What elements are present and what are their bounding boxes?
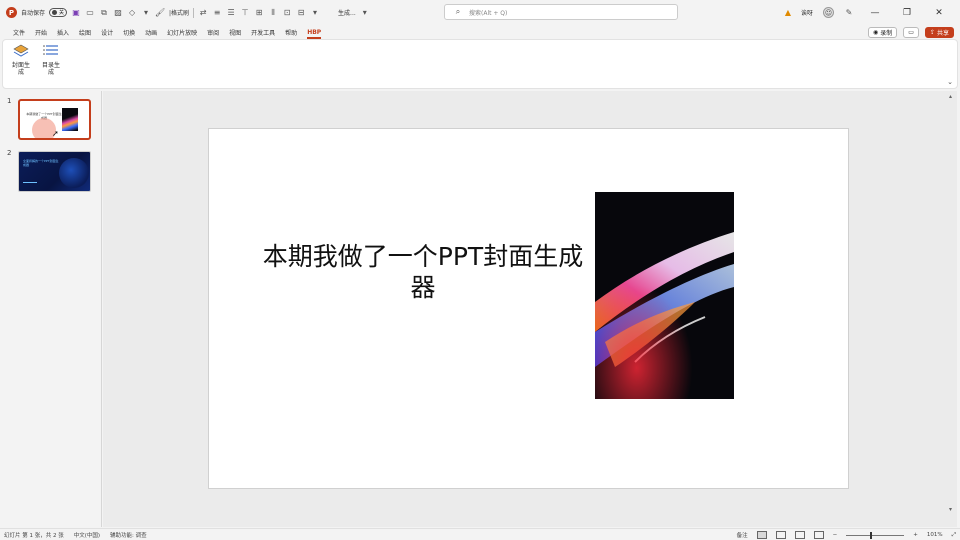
- align-middle-icon[interactable]: ⊞: [254, 8, 264, 18]
- align-center-icon[interactable]: ☰: [226, 8, 236, 18]
- fit-to-window-icon[interactable]: ⤢: [952, 532, 956, 539]
- text-direction-icon[interactable]: ⇄: [198, 8, 208, 18]
- share-icon: ⇪: [929, 28, 935, 36]
- record-icon: ◉: [873, 28, 879, 36]
- search-placeholder: 搜索(Alt + Q): [469, 9, 508, 17]
- autosave-label: 自动保存: [21, 10, 46, 17]
- align-top-icon[interactable]: ⊤: [240, 8, 250, 18]
- tab-4[interactable]: 设计: [96, 25, 118, 39]
- slide-thumbnail-1[interactable]: 本期我做了一个PPT封面生成器 ➚: [18, 99, 91, 140]
- slide-title[interactable]: 本期我做了一个PPT封面生成器: [259, 241, 587, 303]
- share-button[interactable]: ⇪ 共享: [924, 26, 954, 38]
- layers-icon: [13, 43, 29, 59]
- tab-11[interactable]: 帮助: [280, 25, 302, 39]
- list-icon: [43, 43, 59, 59]
- sorter-view-icon[interactable]: [775, 531, 786, 539]
- zoom-level[interactable]: 101%: [927, 532, 943, 538]
- scroll-up-arrow-icon[interactable]: ▴: [949, 93, 952, 100]
- autosave-toggle[interactable]: 关: [49, 8, 68, 17]
- accessibility-status[interactable]: 辅助功能: 调查: [110, 531, 147, 539]
- zoom-in-icon[interactable]: +: [913, 532, 918, 538]
- normal-view-icon[interactable]: [756, 531, 767, 539]
- powerpoint-logo-icon: P: [6, 7, 17, 18]
- tab-12[interactable]: HBP: [302, 25, 326, 39]
- search-icon: ⌕: [455, 7, 461, 16]
- tab-9[interactable]: 视图: [224, 25, 246, 39]
- minimize-button[interactable]: —: [864, 0, 886, 25]
- zoom-out-icon[interactable]: −: [833, 532, 838, 538]
- slide-number: 2: [7, 149, 12, 157]
- slide-number: 1: [7, 97, 12, 105]
- picture-icon[interactable]: ▨: [113, 8, 123, 18]
- zoom-slider[interactable]: [846, 531, 905, 539]
- tab-2[interactable]: 插入: [52, 25, 74, 39]
- format-brush-icon[interactable]: 🖌: [155, 8, 165, 18]
- mouse-cursor-icon: ➚: [52, 129, 59, 138]
- status-bar: 幻灯片 第 1 张，共 2 张 中文(中国) 辅助功能: 调查 备注 − + 1…: [0, 528, 960, 540]
- copy-icon[interactable]: ⧉: [99, 8, 109, 18]
- tab-10[interactable]: 开发工具: [246, 25, 280, 39]
- more-chevron-icon[interactable]: ▾: [310, 8, 320, 18]
- dropdown-chevron-icon[interactable]: ▾: [141, 8, 151, 18]
- comments-button[interactable]: ▭: [903, 26, 919, 38]
- slide-image[interactable]: [595, 192, 734, 399]
- distribute-icon[interactable]: ⫴: [268, 8, 278, 18]
- thumb-title: 全面拆解的一个PPT封面生成器: [23, 159, 59, 167]
- save-icon[interactable]: ▣: [71, 8, 81, 18]
- ribbon-tabs: 文件 开始 插入 绘图 设计 切换 动画 幻灯片放映 审阅 视图 开发工具 帮助 HBP: [0, 25, 960, 39]
- language-indicator[interactable]: 中文(中国): [74, 531, 100, 539]
- warning-icon[interactable]: ▲: [785, 8, 791, 17]
- record-button[interactable]: ◉ 录制: [868, 26, 898, 38]
- group-icon[interactable]: ⊡: [282, 8, 292, 18]
- arrange-icon[interactable]: ⊟: [296, 8, 306, 18]
- new-slide-icon[interactable]: ▭: [85, 8, 95, 18]
- pen-icon[interactable]: ✎: [844, 8, 854, 18]
- divider: [193, 7, 195, 18]
- search-box[interactable]: ⌕ 搜索(Alt + Q): [444, 4, 678, 20]
- ribbon-collapse-chevron-icon[interactable]: ⌄: [947, 78, 953, 86]
- user-name[interactable]: 诶呀: [801, 8, 813, 17]
- tab-6[interactable]: 动画: [140, 25, 162, 39]
- tab-5[interactable]: 切换: [118, 25, 140, 39]
- tab-0[interactable]: 文件: [8, 25, 30, 39]
- scroll-down-arrow-icon[interactable]: ▾: [949, 506, 952, 513]
- tab-7[interactable]: 幻灯片放映: [162, 25, 202, 39]
- slideshow-icon[interactable]: [813, 531, 824, 539]
- shapes-icon[interactable]: ◇: [127, 8, 137, 18]
- tab-8[interactable]: 审阅: [202, 25, 224, 39]
- cover-generate-button[interactable]: 封面生成: [9, 43, 33, 83]
- toc-generate-button[interactable]: 目录生成: [39, 43, 63, 83]
- close-button[interactable]: ✕: [928, 0, 950, 25]
- thumb-globe-graphic: [59, 158, 89, 188]
- ribbon-panel: 封面生成 目录生成 ⌄: [2, 39, 958, 89]
- current-slide[interactable]: 本期我做了一个PPT封面生成器: [208, 128, 849, 489]
- mode-chevron-icon[interactable]: ▾: [360, 8, 370, 18]
- mode-dropdown[interactable]: 生成...: [338, 8, 356, 17]
- slide-editing-area: 本期我做了一个PPT封面生成器 ▴ ▾: [103, 91, 957, 527]
- zoom-slider-thumb[interactable]: [870, 531, 873, 539]
- thumb-line: [23, 182, 37, 183]
- restore-button[interactable]: ❐: [896, 0, 918, 25]
- reading-view-icon[interactable]: [794, 531, 805, 539]
- notes-button[interactable]: 备注: [737, 531, 748, 539]
- title-bar: P 自动保存 关 ▣ ▭ ⧉ ▨ ◇ ▾ 🖌 |格式刷 ⇄ ≡ ☰ ⊤ ⊞ ⫴ …: [0, 0, 960, 25]
- thumb-image: [62, 108, 78, 131]
- tab-3[interactable]: 绘图: [74, 25, 96, 39]
- vertical-scrollbar[interactable]: ▴ ▾: [947, 91, 957, 527]
- avatar[interactable]: ☺: [823, 7, 834, 18]
- slide-position: 幻灯片 第 1 张，共 2 张: [4, 532, 64, 539]
- comment-icon: ▭: [908, 28, 914, 36]
- slides-pane: 1 本期我做了一个PPT封面生成器 ➚ 2 全面拆解的一个PPT封面生成器: [0, 91, 102, 527]
- slide-thumbnail-2[interactable]: 全面拆解的一个PPT封面生成器: [18, 151, 91, 192]
- align-left-icon[interactable]: ≡: [212, 8, 222, 18]
- format-painter-label[interactable]: |格式刷: [169, 8, 189, 17]
- tab-1[interactable]: 开始: [30, 25, 52, 39]
